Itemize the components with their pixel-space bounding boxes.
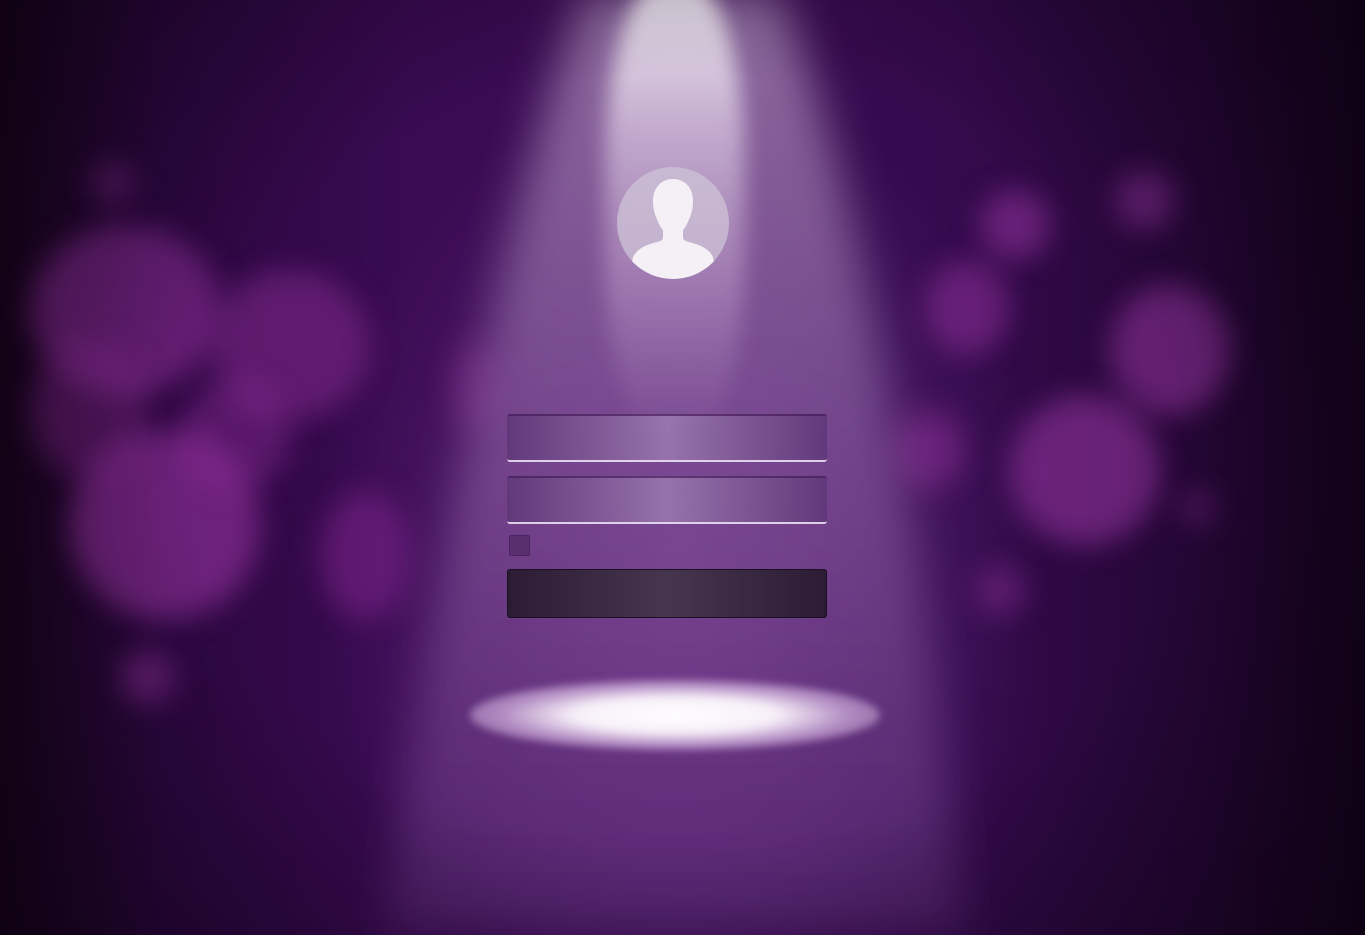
username-field[interactable]	[507, 414, 827, 462]
user-silhouette-icon	[629, 179, 717, 279]
spotlight-beam	[385, 0, 965, 935]
login-button[interactable]	[507, 569, 827, 618]
floor-spotlight	[470, 680, 880, 750]
password-field[interactable]	[507, 476, 827, 524]
login-screen	[0, 0, 1365, 935]
remember-checkbox[interactable]	[509, 535, 530, 556]
user-avatar	[617, 167, 729, 279]
vignette	[0, 0, 1365, 935]
